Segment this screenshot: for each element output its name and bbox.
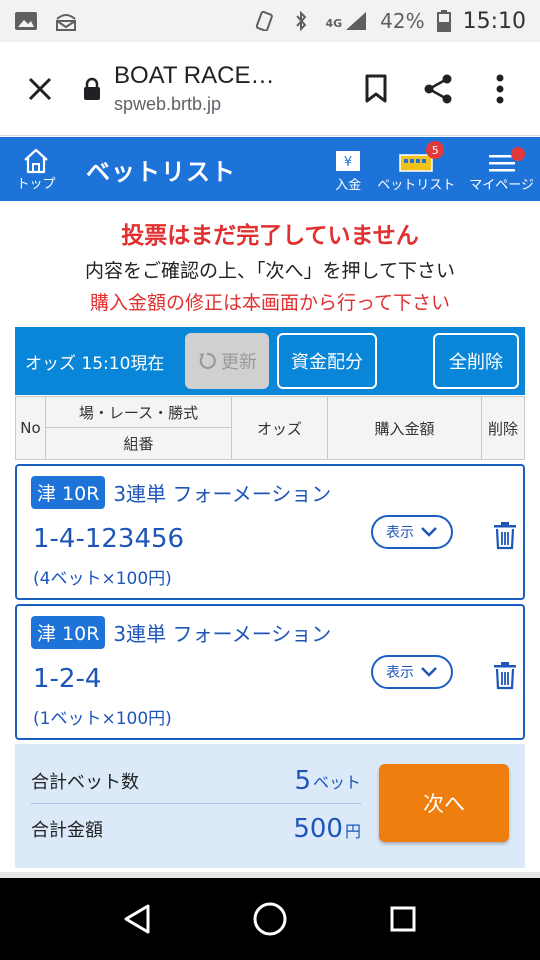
home-button[interactable]: トップ [0, 137, 72, 201]
image-icon [15, 12, 37, 30]
nav-deposit-label: 入金 [335, 178, 362, 193]
show-details-button[interactable]: 表示 [371, 655, 453, 689]
share-button[interactable] [422, 69, 454, 109]
nav-deposit[interactable]: ¥ 入金 [333, 149, 363, 193]
amount-note: 購入金額の修正は本画面から行って下さい [89, 292, 451, 314]
total-bets-label: 合計ベット数 [31, 771, 139, 793]
bet-type: 3連単 フォーメーション [113, 622, 332, 646]
bet-type: 3連単 フォーメーション [113, 482, 332, 506]
nfc-phone-icon [256, 11, 274, 31]
total-amount-value: 500 [293, 814, 343, 844]
nav-mypage[interactable]: マイページ [469, 147, 534, 193]
svg-text:¥: ¥ [344, 155, 352, 170]
nav-mypage-label: マイページ [469, 178, 534, 193]
refresh-button[interactable]: 更新 [185, 333, 269, 389]
show-label: 表示 [386, 665, 414, 681]
bet-combo: 1-2-4 [33, 664, 102, 694]
more-menu-button[interactable] [484, 69, 516, 109]
system-nav-bar [0, 878, 540, 960]
home-icon [24, 148, 48, 173]
clock: 15:10 [462, 8, 526, 34]
col-no: No [16, 397, 46, 459]
page-title: BOAT RACE… [114, 62, 275, 89]
col-delete: 削除 [487, 419, 518, 438]
signal-icon [346, 12, 367, 30]
nav-betlist-label: ベットリスト [377, 178, 456, 193]
total-bets-value: 5 [294, 765, 311, 796]
venue-race-badge: 津 10R [31, 476, 106, 509]
col-race-type: 場・レース・勝式 [46, 397, 231, 428]
bet-detail: (4ベット×100円) [33, 569, 172, 589]
browser-toolbar: BOAT RACE… spweb.brtb.jp [0, 42, 540, 136]
recents-button[interactable] [383, 899, 423, 939]
recents-square-icon [390, 906, 416, 932]
page-url: spweb.brtb.jp [114, 94, 222, 114]
bookmark-button[interactable] [360, 69, 392, 109]
yen-ticket-icon: ¥ [336, 151, 361, 171]
total-amount-row: 合計金額 500 円 [31, 806, 361, 852]
total-amount-label: 合計金額 [31, 820, 103, 841]
next-button[interactable]: 次へ [379, 764, 509, 842]
refresh-label: 更新 [221, 352, 257, 373]
bet-item: 津 10R 3連単 フォーメーション 1-4-123456 (4ベット×100円… [15, 464, 525, 600]
betlist-badge: 5 [426, 141, 445, 159]
trash-icon [494, 662, 516, 690]
bet-detail: (1ベット×100円) [33, 709, 172, 729]
odds-timestamp: オッズ 15:10現在 [25, 353, 165, 374]
total-bets-row: 合計ベット数 5 ベット [31, 758, 361, 804]
more-vert-icon [496, 74, 504, 103]
back-triangle-icon [124, 904, 150, 934]
delete-bet-button[interactable] [493, 522, 519, 552]
trash-icon [494, 522, 516, 550]
bet-combo: 1-4-123456 [33, 524, 185, 554]
col-amount: 購入金額 [328, 397, 482, 459]
cast-mail-icon [56, 14, 76, 31]
chevron-down-icon [421, 667, 437, 677]
network-type: 4G [325, 16, 343, 30]
delete-bet-button[interactable] [493, 662, 519, 692]
delete-all-button[interactable]: 全削除 [433, 333, 519, 389]
share-icon [424, 74, 452, 103]
status-bar: 4G 42% 15:10 [0, 0, 540, 42]
col-combo: 組番 [123, 435, 154, 453]
show-details-button[interactable]: 表示 [371, 515, 453, 549]
odds-toolbar: オッズ 15:10現在 更新 資金配分 全削除 [15, 327, 525, 395]
show-label: 表示 [386, 525, 414, 541]
bluetooth-icon [296, 11, 307, 31]
bet-summary: 合計ベット数 5 ベット 合計金額 500 円 次へ [15, 744, 525, 868]
bet-item: 津 10R 3連単 フォーメーション 1-2-4 (1ベット×100円) 表示 [15, 604, 525, 740]
incomplete-warning: 投票はまだ完了していません [121, 223, 419, 249]
close-tab-button[interactable] [0, 42, 80, 136]
table-header: No 場・レース・勝式 組番 オッズ 購入金額 削除 [15, 396, 525, 460]
home-circle-icon [253, 902, 287, 936]
total-amount-unit: 円 [344, 822, 361, 841]
header-title: ベットリスト [86, 157, 236, 186]
home-nav-button[interactable] [250, 899, 290, 939]
bookmark-icon [365, 74, 387, 102]
col-race: 場・レース・勝式 組番 [46, 397, 232, 459]
battery-percent: 42% [380, 9, 425, 33]
total-bets-unit: ベット [312, 773, 361, 792]
chevron-down-icon [421, 527, 437, 537]
address-bar[interactable]: BOAT RACE… spweb.brtb.jp [114, 62, 360, 115]
home-label: トップ [16, 176, 56, 192]
battery-icon [436, 10, 451, 32]
back-button[interactable] [117, 899, 157, 939]
notification-dot [510, 147, 525, 161]
refresh-icon [199, 352, 216, 370]
close-icon [28, 77, 52, 100]
allocate-funds-button[interactable]: 資金配分 [277, 333, 377, 389]
nav-betlist[interactable]: 5 ベットリスト [377, 141, 456, 193]
col-odds: オッズ [232, 397, 328, 459]
venue-race-badge: 津 10R [31, 616, 106, 649]
confirm-instruction: 内容をご確認の上、「次へ」を押して下さい [85, 260, 455, 282]
lock-icon [84, 77, 100, 100]
app-header: トップ ベットリスト ¥ 入金 5 ベットリスト マイページ [0, 137, 540, 201]
